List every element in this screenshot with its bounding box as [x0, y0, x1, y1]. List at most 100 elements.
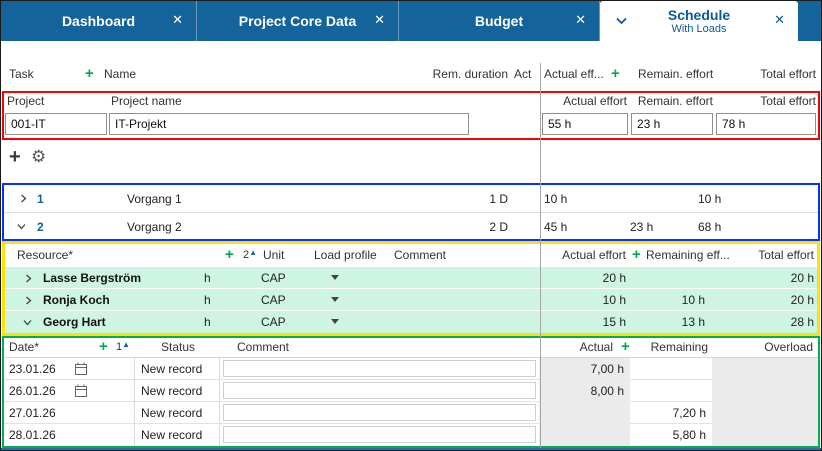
record-comment-field[interactable]: [223, 360, 536, 377]
task-total-effort: 68 h: [698, 220, 721, 234]
close-icon[interactable]: ✕: [374, 13, 385, 26]
record-date[interactable]: 28.01.26: [9, 428, 56, 442]
record-actual-cell[interactable]: [539, 402, 630, 424]
column-header-act: Act: [514, 67, 531, 81]
record-remaining-cell[interactable]: [630, 380, 712, 402]
resource-row[interactable]: Ronja Koch h CAP 10 h 10 h 20 h: [5, 289, 817, 311]
cell-divider: [219, 424, 220, 446]
resource-row[interactable]: Georg Hart h CAP 15 h 13 h 28 h: [5, 311, 817, 333]
tab-project-core-data-label: Project Core Data: [239, 13, 356, 29]
record-actual-cell[interactable]: 7,00 h: [539, 358, 630, 380]
record-overload-cell[interactable]: [712, 424, 818, 446]
sort-indicator[interactable]: 1▲: [116, 340, 130, 353]
tab-budget[interactable]: Budget ✕: [399, 1, 600, 41]
record-remaining-cell[interactable]: [630, 358, 712, 380]
project-total-effort-field[interactable]: 78 h: [716, 113, 816, 135]
column-header-remain-effort: Remain. effort: [638, 67, 713, 81]
record-overload-cell[interactable]: [712, 380, 818, 402]
gear-icon[interactable]: ⚙: [31, 148, 46, 165]
task-row[interactable]: 1 Vorgang 1 1 D 10 h 10 h: [4, 185, 818, 212]
tab-schedule[interactable]: Schedule With Loads ✕: [600, 1, 798, 41]
record-date[interactable]: 27.01.26: [9, 406, 56, 420]
resource-unit: h: [204, 315, 211, 329]
cell-divider: [219, 358, 220, 380]
close-icon[interactable]: ✕: [172, 13, 183, 26]
chevron-right-icon[interactable]: [25, 274, 32, 283]
resource-total-effort: 20 h: [714, 293, 814, 307]
column-header-comment: Comment: [237, 340, 289, 354]
pane-splitter[interactable]: [540, 63, 541, 449]
record-remaining-cell[interactable]: 5,80 h: [630, 424, 712, 446]
column-header-total-effort: Total effort: [714, 248, 814, 262]
resource-load-profile: CAP: [261, 315, 286, 329]
record-row[interactable]: 23.01.26 New record 7,00 h: [4, 358, 818, 380]
record-remaining-cell[interactable]: 7,20 h: [630, 402, 712, 424]
record-status[interactable]: New record: [141, 362, 202, 376]
record-row[interactable]: 28.01.26 New record 5,80 h: [4, 424, 818, 446]
close-icon[interactable]: ✕: [575, 13, 586, 26]
record-status[interactable]: New record: [141, 428, 202, 442]
add-effort-icon[interactable]: +: [632, 247, 641, 264]
tab-schedule-labels: Schedule With Loads: [668, 7, 730, 36]
task-name: Vorgang 2: [127, 220, 182, 234]
window-bottom-edge: [1, 448, 821, 450]
add-record-icon[interactable]: +: [99, 339, 108, 356]
add-task-icon[interactable]: +: [85, 66, 94, 83]
record-comment-field[interactable]: [223, 404, 536, 421]
task-row[interactable]: 2 Vorgang 2 2 D 45 h 23 h 68 h: [4, 212, 818, 239]
record-status[interactable]: New record: [141, 384, 202, 398]
tab-schedule-label: Schedule: [668, 7, 730, 23]
record-row[interactable]: 27.01.26 New record 7,20 h: [4, 402, 818, 424]
resource-name: Georg Hart: [43, 315, 106, 329]
project-name-field[interactable]: IT-Projekt: [109, 113, 469, 135]
record-overload-cell[interactable]: [712, 358, 818, 380]
task-name: Vorgang 1: [127, 192, 182, 206]
project-remain-effort-field[interactable]: 23 h: [631, 113, 713, 135]
chevron-down-icon[interactable]: [615, 17, 628, 25]
record-actual-cell[interactable]: [539, 424, 630, 446]
chevron-down-icon[interactable]: [23, 319, 32, 326]
cell-divider: [134, 358, 135, 380]
record-date[interactable]: 26.01.26: [9, 384, 56, 398]
task-total-effort: 10 h: [698, 192, 721, 206]
record-date[interactable]: 23.01.26: [9, 362, 56, 376]
add-row-icon[interactable]: +: [9, 147, 21, 167]
resource-row[interactable]: Lasse Bergström h CAP 20 h 20 h: [5, 267, 817, 289]
calendar-icon[interactable]: [75, 384, 87, 397]
record-status[interactable]: New record: [141, 406, 202, 420]
chevron-down-icon[interactable]: [17, 223, 26, 230]
close-icon[interactable]: ✕: [774, 13, 785, 26]
dropdown-arrow-icon[interactable]: [331, 297, 339, 302]
add-effort-icon[interactable]: +: [611, 66, 620, 83]
dropdown-arrow-icon[interactable]: [331, 275, 339, 280]
record-comment-field[interactable]: [223, 382, 536, 399]
task-actual-effort: 10 h: [544, 192, 567, 206]
chevron-right-icon[interactable]: [20, 194, 27, 203]
column-header-resource: Resource*: [17, 248, 73, 262]
record-actual-cell[interactable]: 8,00 h: [539, 380, 630, 402]
task-rem-duration: 1 D: [408, 192, 508, 206]
column-header-project-name: Project name: [111, 94, 182, 108]
record-row[interactable]: 26.01.26 New record 8,00 h: [4, 380, 818, 402]
records-section: Date* + 1▲ Status Comment Actual + Remai…: [2, 336, 820, 448]
column-header-load-profile: Load profile: [314, 248, 377, 262]
resource-unit: h: [204, 293, 211, 307]
project-id-field[interactable]: 001-IT: [5, 113, 107, 135]
record-comment-field[interactable]: [223, 426, 536, 443]
column-header-task: Task: [9, 67, 34, 81]
column-header-rem-duration: Rem. duration: [408, 67, 508, 81]
tab-schedule-subtitle: With Loads: [671, 23, 726, 36]
record-overload-cell[interactable]: [712, 402, 818, 424]
chevron-right-icon[interactable]: [25, 296, 32, 305]
dropdown-arrow-icon[interactable]: [331, 319, 339, 324]
resource-remaining-effort: 13 h: [605, 315, 705, 329]
sort-indicator[interactable]: 2▲: [243, 248, 257, 261]
tab-dashboard[interactable]: Dashboard ✕: [1, 1, 197, 41]
project-actual-effort-field[interactable]: 55 h: [542, 113, 628, 135]
tab-project-core-data[interactable]: Project Core Data ✕: [197, 1, 399, 41]
column-header-actual-eff: Actual eff...: [544, 67, 604, 81]
project-section: Project Project name Actual effort Remai…: [2, 91, 820, 140]
add-resource-icon[interactable]: +: [225, 247, 234, 264]
cell-divider: [134, 402, 135, 424]
calendar-icon[interactable]: [75, 362, 87, 375]
